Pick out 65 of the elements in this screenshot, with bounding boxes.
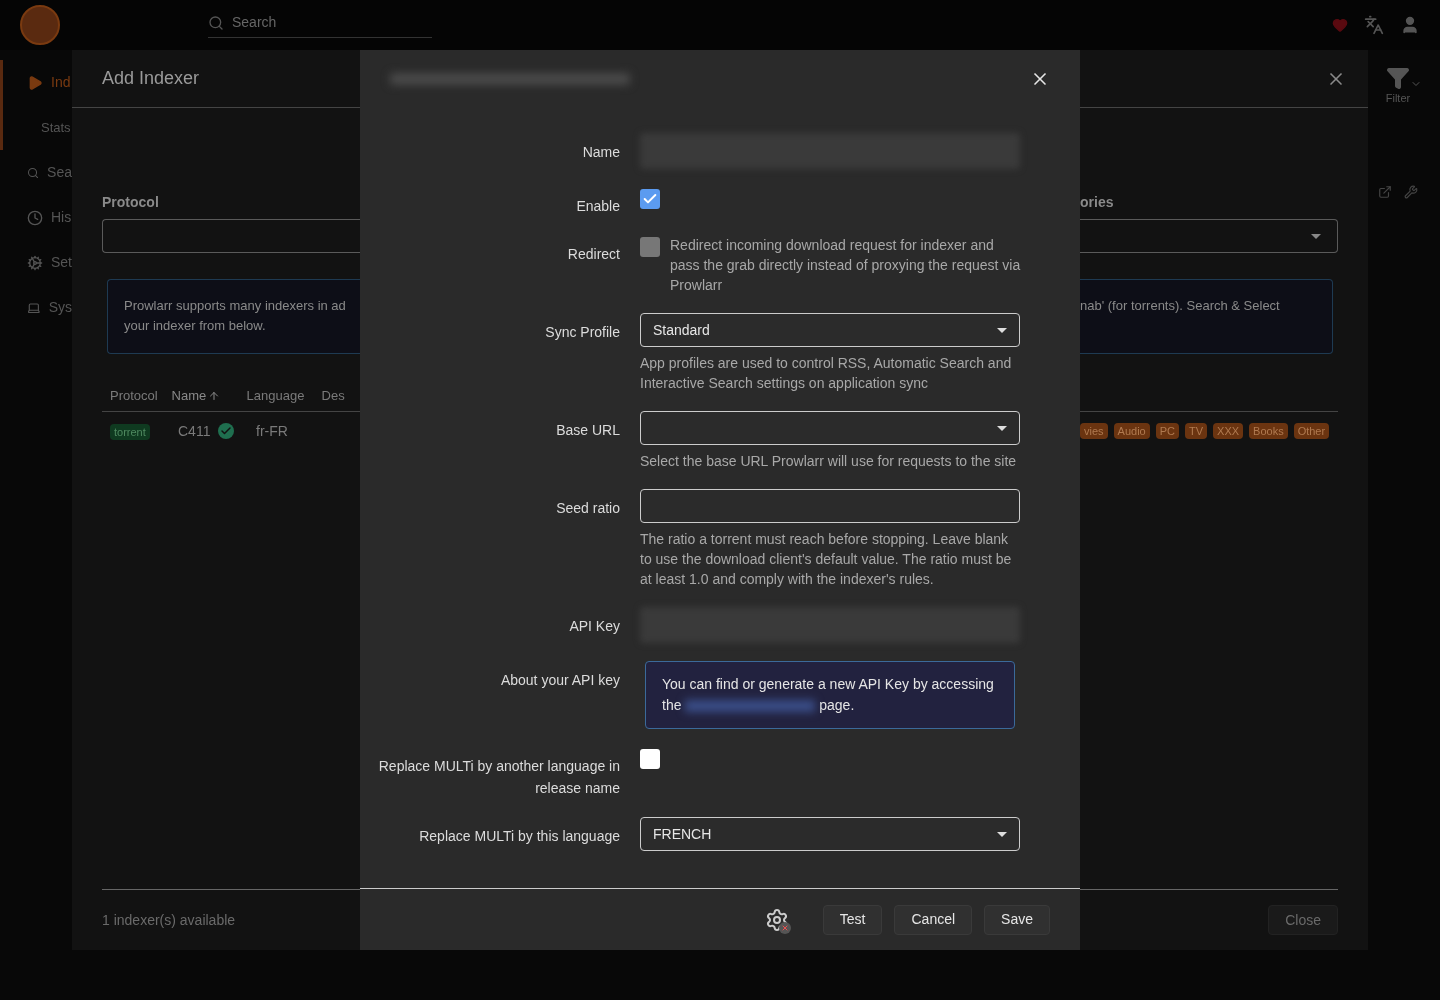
info-text: You can find or generate a new API Key by accessing the page. <box>662 675 995 715</box>
column-header[interactable]: Name <box>171 385 247 406</box>
heart-icon[interactable] <box>1332 17 1348 33</box>
field-label: Seed ratio <box>556 499 620 518</box>
dialog-button[interactable]: Save <box>984 904 1050 935</box>
table-cell-text: C411 <box>178 421 211 441</box>
category-tag: Books <box>1249 422 1288 440</box>
external-link-icon[interactable] <box>1378 184 1392 199</box>
select-field[interactable]: FRENCH <box>640 817 1020 851</box>
dialog-button[interactable]: Test <box>822 904 883 935</box>
input-field[interactable] <box>640 489 1020 523</box>
info-text: your indexer from below. <box>124 317 267 335</box>
column-header[interactable]: Protocol <box>102 385 172 406</box>
category-tag: TV <box>1185 422 1208 440</box>
field-label: Sync Profile <box>545 323 620 342</box>
wrench-icon[interactable] <box>1404 184 1418 199</box>
sidebar-item[interactable]: Sea <box>0 150 72 195</box>
help-text: App profiles are used to control RSS, Automatic Search and Interactive Search settings on application sync <box>640 354 1013 393</box>
field-label: Protocol <box>102 193 160 212</box>
toolbar-label: Filter <box>1385 91 1411 106</box>
field-label: Redirect <box>567 245 620 264</box>
protocol-select[interactable] <box>102 219 360 253</box>
field-label: Base URL <box>556 421 620 440</box>
user-icon[interactable] <box>1400 15 1420 35</box>
field-label: Name <box>582 143 620 162</box>
play-icon <box>27 74 43 91</box>
sort-icon <box>208 389 221 402</box>
filter-icon[interactable] <box>1386 66 1410 90</box>
sidebar-item[interactable]: His <box>0 195 72 240</box>
select-field[interactable]: Standard <box>640 313 1020 347</box>
info-text: nab' (for torrents). Search & Select <box>1080 297 1281 315</box>
column-header[interactable]: Des <box>321 385 360 406</box>
column-header[interactable]: Language <box>246 385 322 406</box>
logo-icon[interactable] <box>20 5 60 45</box>
help-text: Select the base URL Prowlarr will use for requests to the site <box>640 452 1018 471</box>
category-tag: Other <box>1293 422 1330 440</box>
category-tag: vies <box>1080 422 1108 440</box>
info-text: Prowlarr supports many indexers in ad <box>124 297 347 315</box>
sidebar-item[interactable]: Sys <box>0 285 72 330</box>
category-tag: PC <box>1155 422 1179 440</box>
field-label: Enable <box>576 197 620 216</box>
checkbox[interactable] <box>640 749 660 769</box>
gears-icon <box>27 254 43 271</box>
field-label: Replace MULTi by another language in release name <box>377 757 620 798</box>
field-label: API Key <box>569 617 620 636</box>
search-icon <box>208 14 224 31</box>
checkbox[interactable] <box>640 189 660 209</box>
categories-select[interactable] <box>1080 219 1338 253</box>
search-field[interactable]: Search <box>232 12 422 33</box>
field-label: About your API key <box>500 671 620 690</box>
help-text: Redirect incoming download request for indexer and pass the grab directly instead of proxying the request via Prowlarr <box>670 236 1022 295</box>
help-text: The ratio a torrent must reach before stopping. Leave blank to use the download client's default value. The ratio must be at least 1.0 and comply with the indexer's rules. <box>640 530 1013 589</box>
field-label: Replace MULTi by this language <box>419 827 620 846</box>
sidebar-item[interactable]: Set <box>0 240 72 285</box>
table-cell-text: fr-FR <box>256 421 288 441</box>
protocol-tag: torrent <box>110 423 150 440</box>
clock-icon <box>27 209 43 226</box>
panel-title: Add Indexer <box>102 67 200 90</box>
dialog-button[interactable]: Cancel <box>894 904 973 935</box>
field-label: ories <box>1080 193 1115 212</box>
category-tag: XXX <box>1213 422 1244 440</box>
close-button[interactable]: Close <box>1268 905 1338 935</box>
category-tag: Audio <box>1113 422 1150 440</box>
select-field[interactable] <box>640 411 1020 445</box>
status-text: 1 indexer(s) available <box>102 910 236 930</box>
